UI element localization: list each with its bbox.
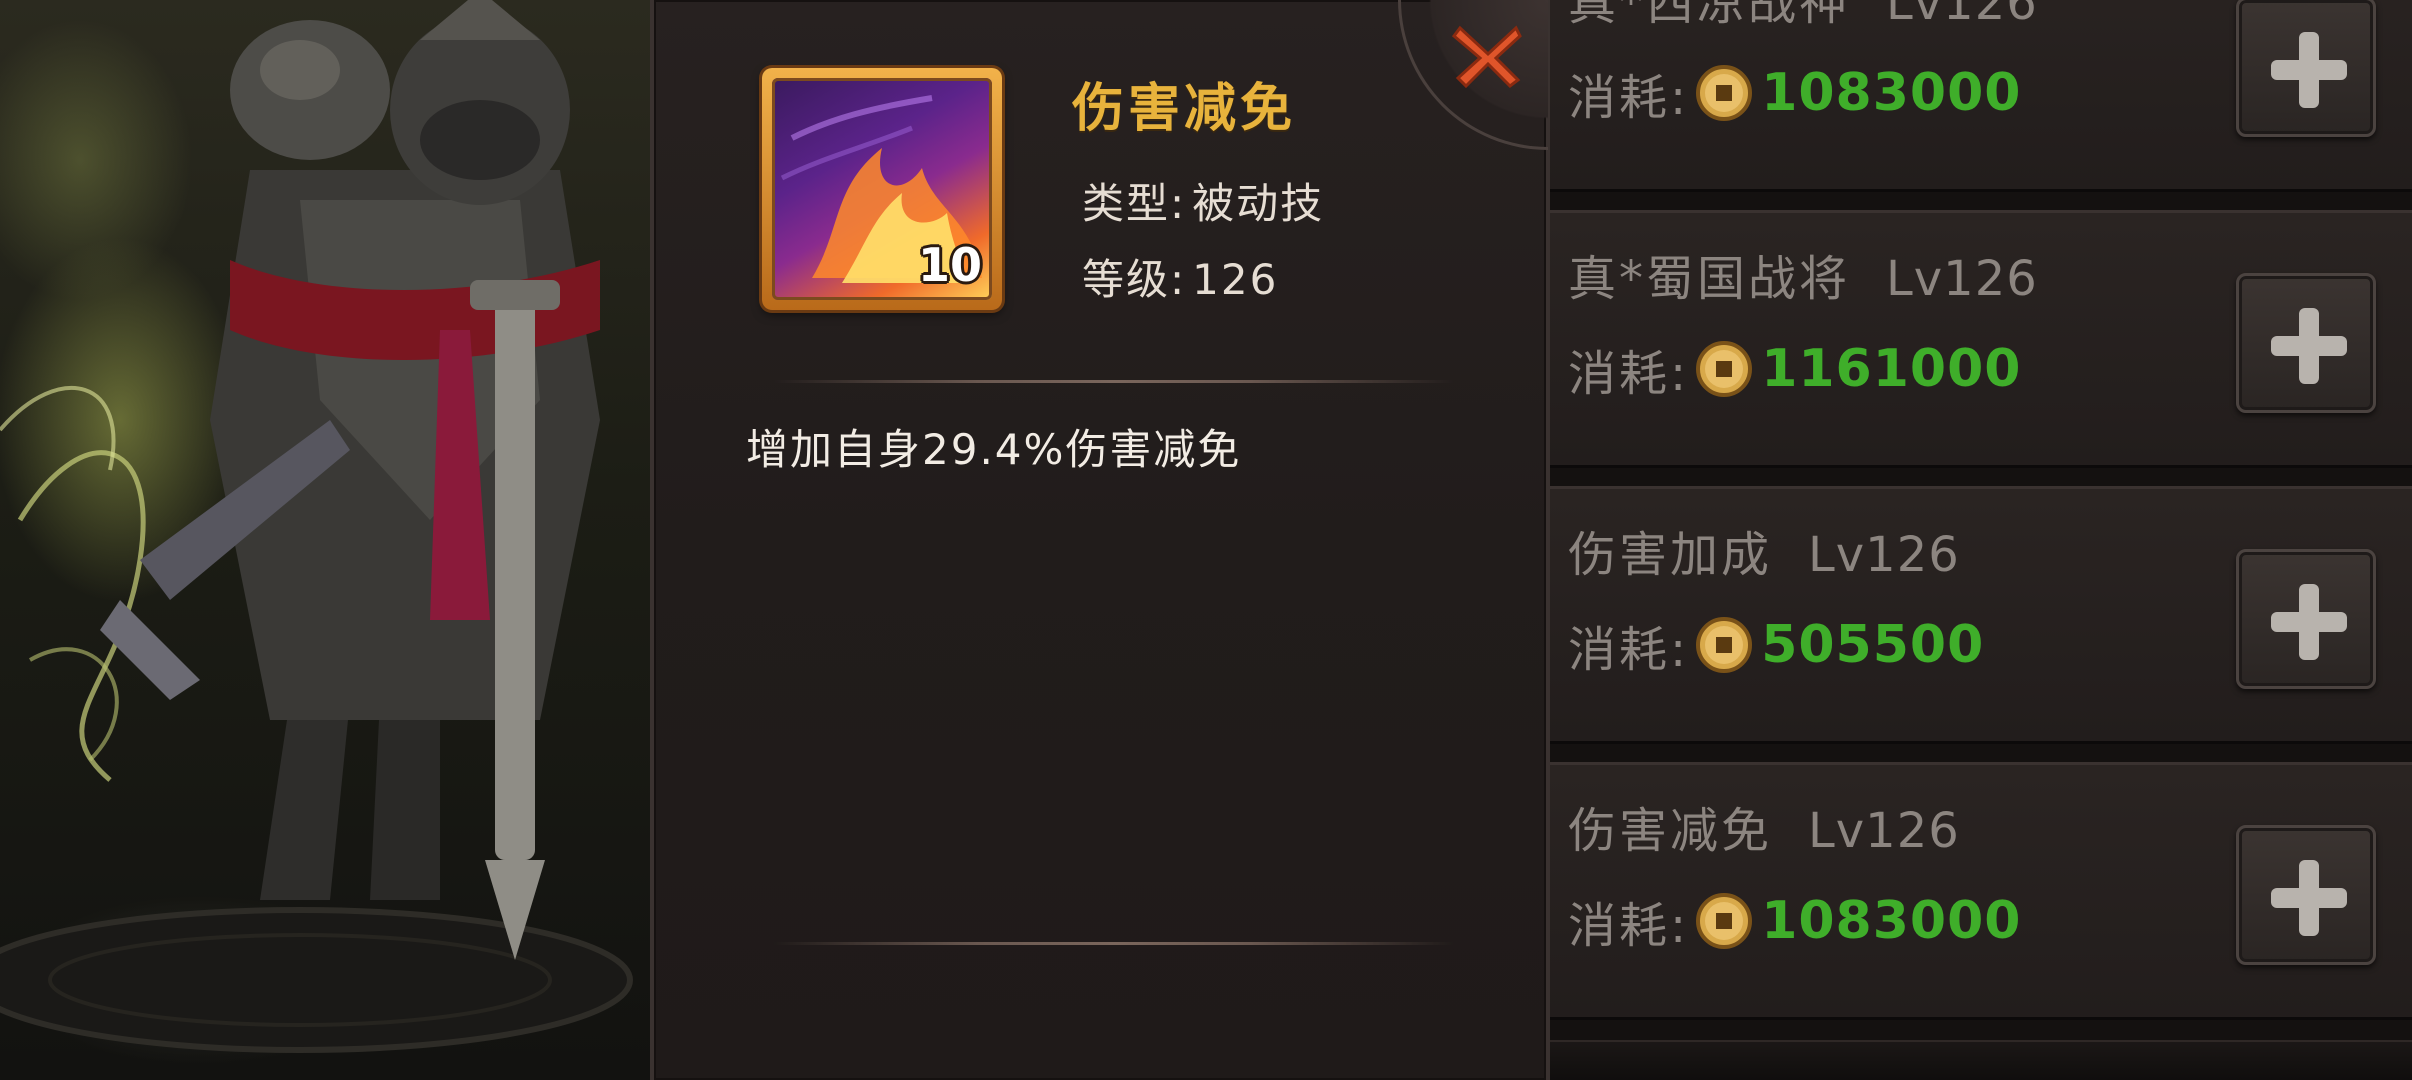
skill-icon: 10 [762, 68, 1002, 310]
skill-title: 伤害加成 Lv126 [1568, 515, 1960, 585]
coin-icon [1696, 341, 1753, 397]
skill-flame-artwork: 10 [772, 78, 992, 300]
skill-item-level: Lv126 [1886, 0, 2038, 31]
cost-row: 消耗: 1083000 [1568, 889, 2022, 954]
skill-icon-level: 10 [917, 238, 982, 292]
skill-title: 真*西凉战神 Lv126 [1568, 0, 2038, 33]
skill-item-level: Lv126 [1886, 251, 2038, 307]
skill-name: 伤害减免 [1072, 79, 1297, 139]
cost-label: 消耗: [1568, 346, 1690, 402]
list-bottom-edge [1550, 1040, 2412, 1080]
cost-label: 消耗: [1568, 898, 1690, 954]
skill-level-label: 等级: [1082, 255, 1187, 304]
skill-description: 增加自身29.4%伤害减免 [746, 425, 1242, 474]
skill-type-row: 类型: 被动技 [1082, 170, 1324, 231]
cost-label: 消耗: [1568, 622, 1690, 678]
close-x-icon [1451, 25, 1522, 89]
divider [774, 942, 1454, 945]
skill-item-name: 真*西凉战神 [1568, 0, 1851, 31]
upgrade-button[interactable] [2236, 825, 2376, 965]
list-item: 真*西凉战神 Lv126 消耗: 1083000 [1550, 0, 2412, 192]
coin-icon [1696, 617, 1753, 673]
cost-value: 1083000 [1761, 63, 2022, 123]
upgrade-button[interactable] [2236, 273, 2376, 413]
skill-title: 真*蜀国战将 Lv126 [1568, 239, 2038, 309]
coin-icon [1696, 65, 1753, 121]
skill-item-name: 伤害加成 [1568, 527, 1773, 583]
plus-icon [2271, 32, 2347, 108]
skill-item-name: 真*蜀国战将 [1568, 251, 1851, 307]
cost-row: 消耗: 1161000 [1568, 337, 2022, 402]
skill-level-value: 126 [1192, 255, 1279, 304]
cost-value: 505500 [1761, 615, 1985, 675]
list-item: 伤害减免 Lv126 消耗: 1083000 [1550, 762, 2412, 1020]
skill-detail-popup: 10 伤害减免 类型: 被动技 等级: 126 增加自身29.4%伤害减免 [650, 0, 1550, 1080]
skill-item-level: Lv126 [1808, 803, 1960, 859]
cost-row: 消耗: 505500 [1568, 613, 1985, 678]
list-item: 真*蜀国战将 Lv126 消耗: 1161000 [1550, 210, 2412, 468]
skill-item-level: Lv126 [1808, 527, 1960, 583]
plus-icon [2271, 584, 2347, 660]
armored-warrior-illustration [0, 0, 633, 1053]
cost-row: 消耗: 1083000 [1568, 61, 2022, 126]
cost-label: 消耗: [1568, 70, 1690, 126]
game-screen: 10 伤害减免 类型: 被动技 等级: 126 增加自身29.4%伤害减免 真*西凉… [0, 0, 2412, 1080]
skill-type-value: 被动技 [1192, 179, 1325, 228]
skill-level-row: 等级: 126 [1082, 246, 1278, 307]
cost-value: 1161000 [1761, 339, 2022, 399]
skill-type-label: 类型: [1082, 179, 1187, 228]
cost-value: 1083000 [1761, 891, 2022, 951]
upgrade-button[interactable] [2236, 549, 2376, 689]
character-artwork [0, 0, 650, 1080]
close-button[interactable] [1448, 14, 1528, 94]
divider [774, 380, 1454, 383]
coin-icon [1696, 893, 1753, 949]
plus-icon [2271, 308, 2347, 384]
skill-item-name: 伤害减免 [1568, 803, 1773, 859]
list-item: 伤害加成 Lv126 消耗: 505500 [1550, 486, 2412, 744]
plus-icon [2271, 860, 2347, 936]
skill-upgrade-list: 真*西凉战神 Lv126 消耗: 1083000 真*蜀国战将 Lv126 消耗… [1550, 0, 2412, 1080]
skill-title: 伤害减免 Lv126 [1568, 791, 1960, 861]
upgrade-button[interactable] [2236, 0, 2376, 137]
